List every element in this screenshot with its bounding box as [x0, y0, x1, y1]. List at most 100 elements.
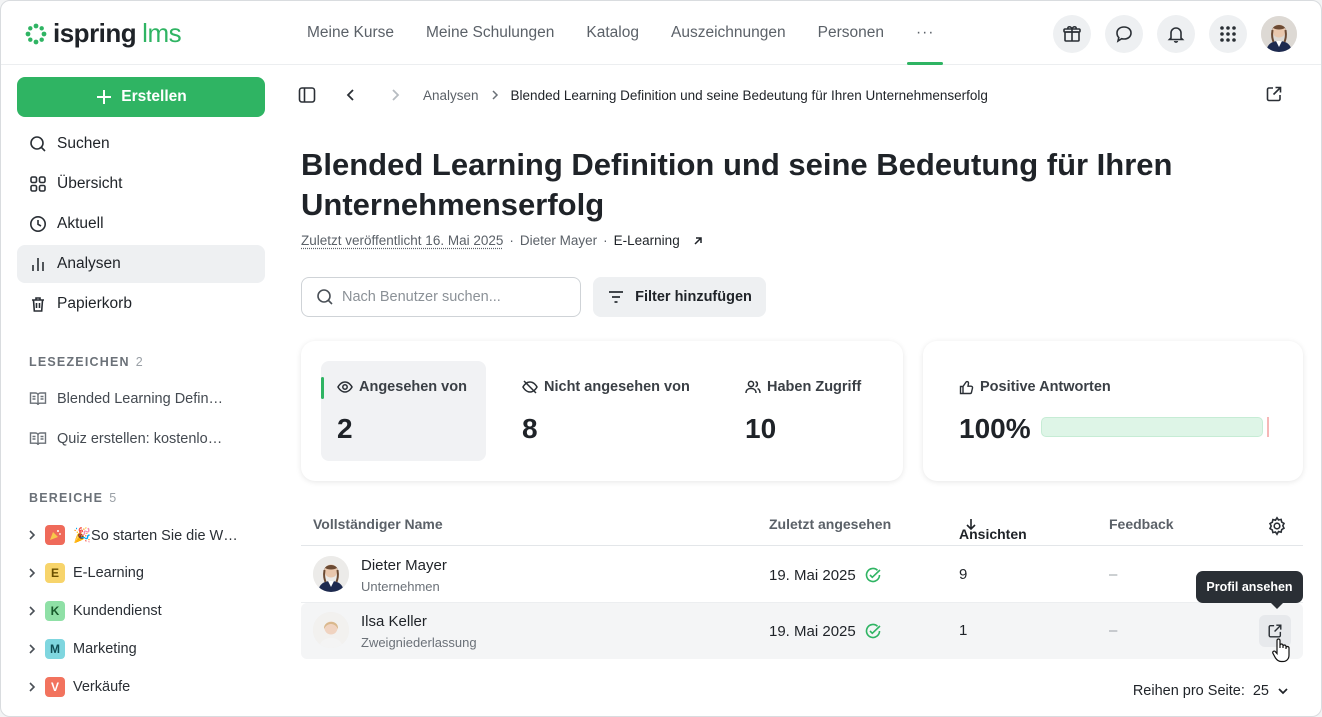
chevron-right-icon	[29, 682, 36, 692]
area-item[interactable]: E E-Learning	[27, 563, 144, 583]
search-input[interactable]	[342, 289, 562, 305]
meta-separator: ·	[509, 233, 514, 248]
course-link[interactable]: E-Learning	[614, 233, 680, 248]
plus-icon	[97, 90, 112, 104]
nav-personen[interactable]: Personen	[802, 1, 900, 65]
notifications-button[interactable]	[1157, 15, 1195, 53]
bookmarks-section-title: LESEZEICHEN 2	[29, 355, 144, 369]
column-name[interactable]: Vollständiger Name	[313, 516, 443, 532]
table-row[interactable]: Dieter Mayer Unternehmen 19. Mai 2025 9 …	[301, 547, 1303, 603]
rows-per-page[interactable]: Reihen pro Seite: 25	[1133, 683, 1289, 699]
add-filter-button[interactable]: Filter hinzufügen	[593, 277, 766, 317]
apps-button[interactable]	[1209, 15, 1247, 53]
forward-icon[interactable]	[389, 87, 401, 103]
user-photo	[313, 612, 349, 648]
published-date[interactable]: Zuletzt veröffentlicht 16. Mai 2025	[301, 233, 503, 248]
user-search[interactable]	[301, 277, 581, 317]
stat-access[interactable]: Haben Zugriff 10	[729, 361, 889, 461]
bookmark-item[interactable]: Blended Learning Defin…	[29, 391, 223, 407]
sidebar-item-uebersicht[interactable]: Übersicht	[17, 165, 265, 203]
positive-progress-bar	[1041, 417, 1263, 437]
nav-katalog[interactable]: Katalog	[570, 1, 655, 65]
column-feedback[interactable]: Feedback	[1109, 516, 1174, 532]
open-external-icon[interactable]	[1265, 85, 1283, 103]
chevron-right-icon	[29, 568, 36, 578]
sidebar-item-suchen[interactable]: Suchen	[17, 125, 265, 163]
back-icon[interactable]	[345, 87, 357, 103]
apps-grid-icon	[1220, 26, 1236, 42]
create-button[interactable]: Erstellen	[17, 77, 265, 117]
book-icon	[29, 432, 47, 446]
area-item[interactable]: V Verkäufe	[27, 677, 130, 697]
bookmark-label: Quiz erstellen: kostenlo…	[57, 431, 223, 447]
user-name[interactable]: Dieter Mayer	[361, 557, 447, 574]
user-photo	[313, 556, 349, 592]
nav-auszeichnungen[interactable]: Auszeichnungen	[655, 1, 802, 65]
bell-icon	[1167, 27, 1185, 43]
sidebar-toggle-icon[interactable]	[297, 85, 317, 105]
table-header: Vollständiger Name Zuletzt angesehen Ans…	[301, 506, 1303, 546]
stat-not-viewed-value: 8	[522, 413, 538, 444]
sidebar: Erstellen Suchen Übersicht Aktuell Analy…	[1, 65, 281, 716]
sidebar-item-label: Übersicht	[57, 175, 123, 192]
book-icon	[29, 392, 47, 406]
breadcrumb-parent[interactable]: Analysen	[423, 88, 479, 103]
eye-off-icon	[522, 380, 538, 394]
nav-meine-schulungen[interactable]: Meine Schulungen	[410, 1, 570, 65]
sidebar-item-analysen[interactable]: Analysen	[17, 245, 265, 283]
sidebar-item-papierkorb[interactable]: Papierkorb	[17, 285, 265, 323]
create-button-label: Erstellen	[121, 88, 187, 105]
column-last-viewed[interactable]: Zuletzt angesehen	[769, 516, 891, 532]
last-viewed: 19. Mai 2025	[769, 622, 882, 640]
check-circle-icon	[865, 623, 881, 639]
stat-viewed-value: 2	[337, 413, 353, 444]
arrow-up-right-icon[interactable]	[692, 235, 704, 247]
bookmark-item[interactable]: Quiz erstellen: kostenlo…	[29, 431, 222, 447]
nav-meine-kurse[interactable]: Meine Kurse	[291, 1, 410, 65]
area-badge: V	[45, 677, 65, 697]
nav-more-button[interactable]: ···	[900, 1, 951, 65]
sidebar-item-label: Suchen	[57, 135, 110, 152]
sidebar-item-label: Papierkorb	[57, 295, 132, 312]
chevron-right-icon	[492, 90, 498, 100]
stat-access-value: 10	[745, 413, 777, 444]
areas-section-title: BEREICHE 5	[29, 491, 118, 505]
stat-viewed[interactable]: Angesehen von 2	[321, 361, 486, 461]
top-nav: Meine Kurse Meine Schulungen Katalog Aus…	[291, 1, 950, 65]
breadcrumb-current: Blended Learning Definition und seine Be…	[510, 87, 988, 103]
table-row[interactable]: Ilsa Keller Zweigniederlassung 19. Mai 2…	[301, 603, 1303, 659]
area-item[interactable]: M Marketing	[27, 639, 137, 659]
sidebar-item-aktuell[interactable]: Aktuell	[17, 205, 265, 243]
hand-cursor-icon	[1272, 638, 1290, 663]
area-label: E-Learning	[73, 565, 144, 581]
chat-button[interactable]	[1105, 15, 1143, 53]
user-name[interactable]: Ilsa Keller	[361, 613, 427, 630]
area-label: Kundendienst	[73, 603, 162, 619]
last-viewed: 19. Mai 2025	[769, 566, 882, 584]
bar-chart-icon	[32, 258, 44, 271]
feedback-stats-card: Positive Antworten 100%	[923, 341, 1303, 481]
areas-count: 5	[109, 491, 118, 505]
stat-not-viewed[interactable]: Nicht angesehen von 8	[506, 361, 706, 461]
chevron-right-icon	[29, 644, 36, 654]
rows-per-page-value: 25	[1252, 683, 1269, 699]
chevron-right-icon	[29, 530, 36, 540]
search-icon	[317, 289, 333, 305]
meta-separator: ·	[603, 233, 608, 248]
gear-icon[interactable]	[1267, 516, 1287, 536]
add-filter-label: Filter hinzufügen	[635, 289, 752, 305]
gift-button[interactable]	[1053, 15, 1091, 53]
rows-per-page-label: Reihen pro Seite:	[1132, 683, 1245, 699]
area-item[interactable]: 🎉So starten Sie die W…	[27, 525, 238, 545]
user-avatar-image	[1261, 16, 1297, 52]
stat-positive[interactable]: Positive Antworten 100%	[943, 361, 1283, 461]
area-item[interactable]: K Kundendienst	[27, 601, 162, 621]
column-views[interactable]: Ansichten	[959, 516, 1027, 542]
top-icons	[1053, 15, 1297, 53]
logo[interactable]: ispring lms	[25, 18, 182, 49]
user-org: Zweigniederlassung	[361, 635, 477, 650]
party-popper-icon	[50, 530, 61, 540]
user-avatar[interactable]	[1261, 16, 1297, 52]
feedback-value: –	[1109, 622, 1118, 639]
eye-icon	[337, 381, 353, 393]
